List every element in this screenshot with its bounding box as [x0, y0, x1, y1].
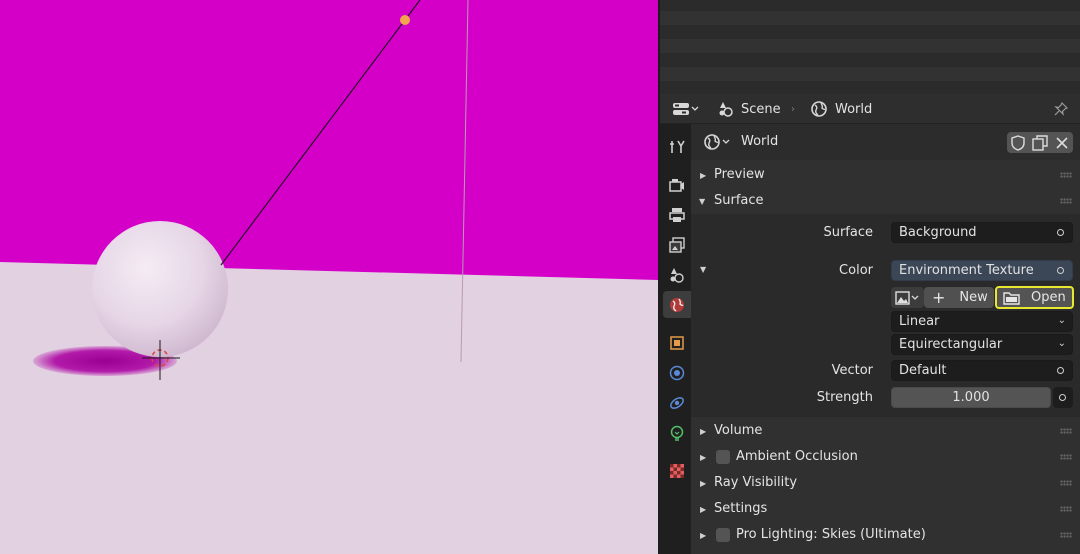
render-icon[interactable] [663, 171, 691, 198]
physics-icon[interactable] [663, 389, 691, 416]
color-collapse-icon[interactable]: ▼ [700, 265, 706, 274]
panel-ray-visibility[interactable]: Ray Visibility [714, 475, 797, 490]
panel-volume[interactable]: Volume [714, 423, 762, 438]
drag-handle-icon[interactable] [1060, 480, 1072, 486]
panel-surface[interactable]: Surface [714, 193, 764, 208]
breadcrumb-world[interactable]: World [810, 94, 872, 124]
panel-preview[interactable]: Preview [714, 167, 765, 182]
panel-ambient-occlusion[interactable]: Ambient Occlusion [736, 449, 858, 464]
interpolation-value: Linear [899, 314, 940, 329]
viewport-render[interactable] [0, 0, 658, 554]
projection-value: Equirectangular [899, 337, 1003, 352]
ao-checkbox[interactable] [716, 450, 730, 464]
pin-icon[interactable] [1053, 94, 1069, 124]
color-input-value: Environment Texture [899, 263, 1034, 278]
properties-content: World ▶ Preview ▼ Surface Surface Backgr… [691, 124, 1080, 554]
view-layer-icon[interactable] [663, 231, 691, 258]
breadcrumb-scene-label: Scene [741, 101, 781, 117]
panel-settings[interactable]: Settings [714, 501, 767, 516]
tool-icon[interactable] [663, 133, 691, 160]
interpolation-dropdown[interactable]: Linear ⌄ [891, 311, 1073, 332]
image-browse-icon [895, 290, 919, 305]
world-icon [811, 101, 827, 117]
pro-lighting-expand-icon[interactable]: ▶ [700, 531, 706, 540]
surface-label: Surface [823, 225, 873, 240]
vector-label: Vector [831, 363, 873, 378]
settings-expand-icon[interactable]: ▶ [700, 505, 706, 514]
ao-expand-icon[interactable]: ▶ [700, 453, 706, 462]
preview-expand-icon[interactable]: ▶ [700, 171, 706, 180]
drag-handle-icon[interactable] [1060, 428, 1072, 434]
scene-props-icon[interactable] [663, 261, 691, 288]
open-image-label: Open [1031, 290, 1066, 305]
drag-handle-icon[interactable] [1060, 172, 1072, 178]
surface-shader-field[interactable]: Background [891, 222, 1073, 243]
chevron-down-icon: ⌄ [1057, 315, 1066, 326]
texture-icon[interactable] [663, 457, 691, 484]
volume-expand-icon[interactable]: ▶ [700, 427, 706, 436]
strength-label: Strength [816, 390, 873, 405]
image-browse-button[interactable] [891, 287, 924, 308]
properties-tab-strip [660, 124, 691, 554]
open-image-button[interactable]: Open [995, 286, 1074, 309]
object-data-icon[interactable] [663, 419, 691, 446]
socket-icon[interactable] [1057, 267, 1064, 274]
new-image-button[interactable]: + New [924, 287, 994, 308]
strength-slider[interactable]: 1.000 [891, 387, 1051, 408]
plus-icon: + [932, 287, 946, 307]
3d-viewport[interactable] [0, 0, 658, 554]
strength-value: 1.000 [952, 390, 990, 405]
object-icon[interactable] [663, 329, 691, 356]
strength-socket[interactable] [1053, 387, 1073, 408]
datablock-name-field[interactable]: World [741, 134, 778, 149]
modifier-icon[interactable] [663, 359, 691, 386]
duplicate-icon[interactable] [1031, 134, 1049, 156]
color-input-field[interactable]: Environment Texture [891, 260, 1073, 281]
surface-collapse-icon[interactable]: ▼ [699, 197, 705, 206]
color-label: Color [839, 263, 873, 278]
drag-handle-icon[interactable] [1060, 454, 1072, 460]
drag-handle-icon[interactable] [1060, 506, 1072, 512]
drag-handle-icon[interactable] [1060, 532, 1072, 538]
chevron-down-icon: ⌄ [1057, 338, 1066, 349]
fake-user-icon[interactable] [1009, 134, 1027, 156]
world-props-icon[interactable] [663, 291, 691, 318]
socket-icon [1059, 394, 1066, 401]
breadcrumb-separator: › [791, 103, 795, 115]
properties-top-area [660, 0, 1080, 94]
vector-input-field[interactable]: Default [891, 360, 1073, 381]
world-browse-icon[interactable] [703, 132, 733, 156]
pro-lighting-checkbox[interactable] [716, 528, 730, 542]
breadcrumb-world-label: World [835, 101, 873, 117]
socket-icon[interactable] [1057, 229, 1064, 236]
scene-icon [719, 102, 733, 117]
ray-visibility-expand-icon[interactable]: ▶ [700, 479, 706, 488]
breadcrumb-scene[interactable]: Scene [717, 94, 781, 124]
editor-type-icon[interactable] [672, 94, 700, 124]
unlink-icon[interactable] [1053, 134, 1071, 156]
light-object [400, 15, 410, 25]
folder-icon [1003, 291, 1020, 305]
panel-pro-lighting[interactable]: Pro Lighting: Skies (Ultimate) [736, 527, 926, 542]
sphere-object [92, 221, 228, 357]
surface-shader-value: Background [899, 225, 977, 240]
vector-input-value: Default [899, 363, 947, 378]
drag-handle-icon[interactable] [1060, 198, 1072, 204]
properties-header: Scene › World [660, 94, 1080, 124]
output-icon[interactable] [663, 201, 691, 228]
projection-dropdown[interactable]: Equirectangular ⌄ [891, 334, 1073, 355]
new-image-label: New [959, 290, 988, 305]
socket-icon[interactable] [1057, 367, 1064, 374]
